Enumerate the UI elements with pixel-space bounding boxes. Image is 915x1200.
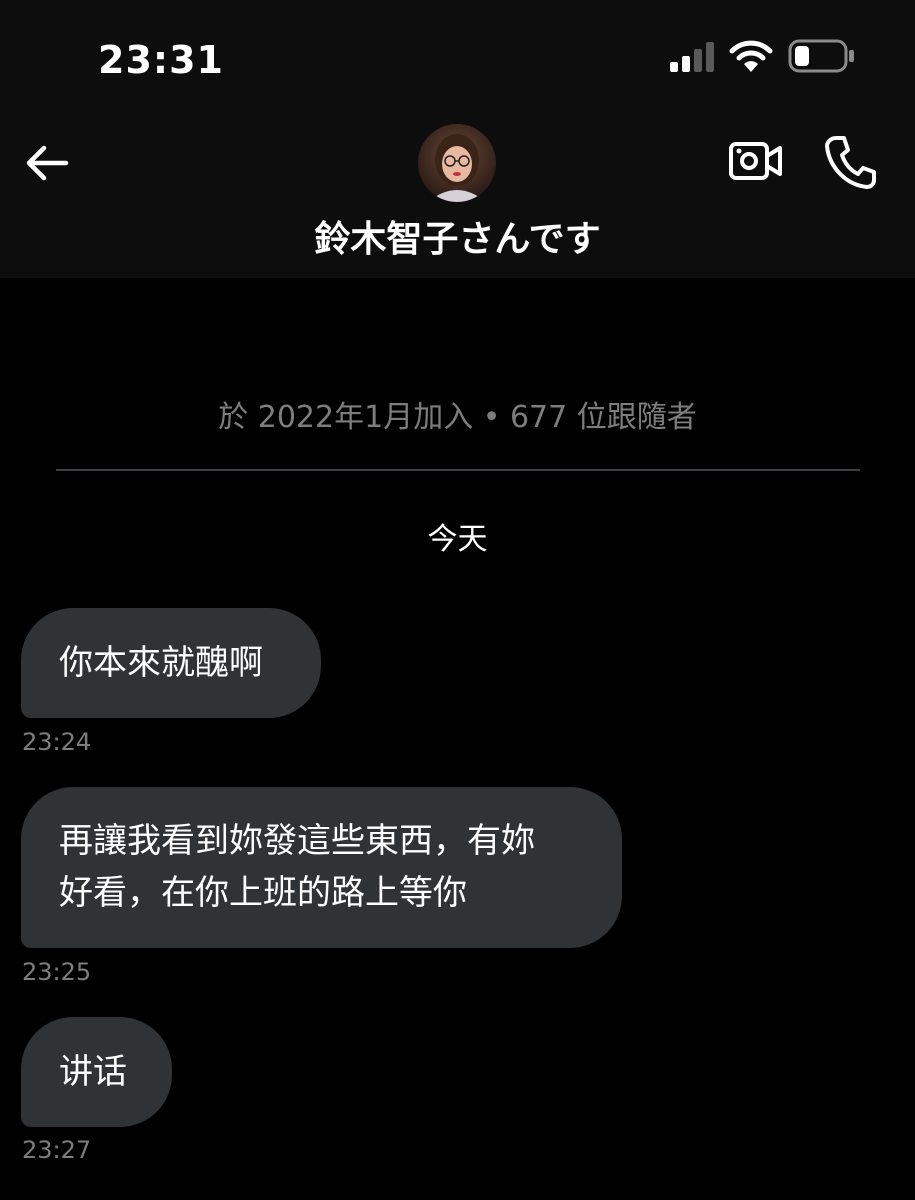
status-bar: 23:31	[0, 0, 915, 110]
cellular-signal-icon	[670, 42, 714, 72]
status-time: 23:31	[98, 38, 224, 82]
message-text: 你本來就醜啊	[59, 643, 263, 683]
message-text: 讲话	[59, 1052, 127, 1092]
contact-name[interactable]: 鈴木智子さんです	[0, 210, 915, 262]
video-camera-icon[interactable]	[728, 136, 784, 186]
contact-avatar[interactable]	[418, 124, 496, 202]
message-bubble[interactable]: 再讓我看到妳發這些東西，有妳 好看，在你上班的路上等你	[21, 787, 622, 948]
message-bubble[interactable]: 你本來就醜啊	[21, 608, 321, 718]
message-text: 再讓我看到妳發這些東西，有妳	[59, 821, 535, 861]
back-arrow-icon[interactable]	[22, 138, 72, 188]
join-info: 於 2022年1月加入 • 677 位跟隨者	[218, 400, 697, 435]
message-time: 23:25	[22, 958, 92, 986]
day-label: 今天	[427, 522, 488, 557]
message-text: 好看，在你上班的路上等你	[59, 873, 467, 913]
message-time: 23:27	[22, 1136, 92, 1164]
phone-icon[interactable]	[822, 134, 878, 190]
conversation-header: 鈴木智子さんです	[0, 110, 915, 278]
wifi-icon	[729, 40, 773, 72]
divider	[56, 469, 860, 471]
message-bubble[interactable]: 讲话	[21, 1017, 172, 1127]
message-time: 23:24	[22, 728, 92, 756]
battery-icon	[788, 39, 854, 73]
